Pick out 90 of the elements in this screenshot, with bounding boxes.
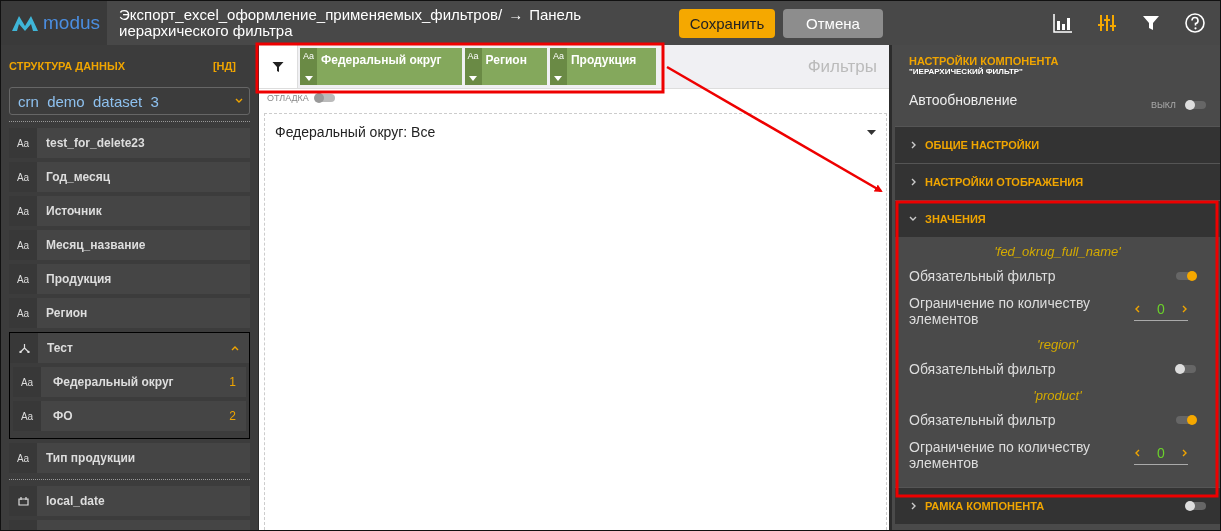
field-label: local_date <box>46 494 105 508</box>
field-item[interactable]: Aa Источник <box>9 196 250 226</box>
field-item[interactable]: Aa test_for_delete23 <box>9 128 250 158</box>
setting-label: Ограничение по количеству элементов <box>909 439 1092 471</box>
toggle-switch[interactable] <box>1176 416 1196 424</box>
order-number: 2 <box>229 409 236 423</box>
field-label: Регион <box>46 306 88 320</box>
chip-label: Регион <box>484 52 528 69</box>
field-item[interactable]: Aa Тип продукции <box>9 443 250 473</box>
logo-icon <box>11 14 39 32</box>
type-badge: Aa <box>9 264 37 294</box>
filter-chip[interactable]: Aa Продукция <box>549 48 657 85</box>
dataset-select[interactable]: crn demo dataset 3 <box>9 87 250 115</box>
type-label: Aa <box>467 51 479 61</box>
chevron-right-icon <box>1180 449 1188 457</box>
chevron-left-icon <box>1134 449 1142 457</box>
field-item[interactable]: Aa Регион <box>9 298 250 328</box>
type-badge: Aa <box>9 162 37 192</box>
bar-chart-icon[interactable] <box>1052 12 1074 34</box>
field-item[interactable]: Aa Год_месяц <box>9 162 250 192</box>
type-badge: Aa <box>13 401 41 431</box>
field-item[interactable]: Aa Продукция <box>9 264 250 294</box>
type-badge: Aa <box>9 443 37 473</box>
breadcrumb-title: Экспорт_excel_оформление_применяемых_фильтров/ → Панель иерархического фильтра <box>119 7 582 39</box>
panel-caption: Фильтры <box>807 56 877 77</box>
filter-chip[interactable]: Aa Федеральный округ <box>300 48 462 85</box>
chip-label: Федеральный округ <box>320 52 443 69</box>
field-label: Источник <box>46 204 102 218</box>
field-label: Тип продукции <box>46 451 136 465</box>
field-label: Федеральный округ <box>53 375 174 389</box>
save-button[interactable]: Сохранить <box>679 8 775 38</box>
type-badge: Aa <box>9 298 37 328</box>
section-header[interactable]: НАСТРОЙКИ ОТОБРАЖЕНИЯ <box>895 163 1220 200</box>
section-title: СТРУКТУРА ДАННЫХ <box>9 60 126 72</box>
toggle-switch[interactable] <box>314 94 335 102</box>
field-name: 'product' <box>1032 388 1083 403</box>
field-label: Год_месяц <box>46 170 111 184</box>
caret-down-icon[interactable] <box>304 76 313 81</box>
setting-label: Автообновление <box>909 92 1018 108</box>
type-badge: Aa <box>9 128 37 158</box>
chevron-right-icon <box>1180 305 1188 313</box>
calendar-icon <box>17 496 29 506</box>
panel-subtitle: "ИЕРАРХИЧЕСКИЙ ФИЛЬТР" <box>909 67 1024 76</box>
field-name: 'fed_okrug_full_name' <box>993 244 1122 259</box>
chevron-left-icon <box>1134 305 1142 313</box>
filter-dropdown[interactable]: Федеральный округ: Все <box>275 122 876 142</box>
logo-text: modus <box>43 12 101 34</box>
section-header[interactable]: ЗНАЧЕНИЯ <box>895 200 1220 237</box>
type-badge: Aa <box>13 367 41 397</box>
field-label: ФО <box>53 409 73 423</box>
field-label: Месяц_название <box>46 238 146 252</box>
setting-label: Обязательный фильтр <box>909 412 1056 428</box>
stepper-value[interactable]: 0 <box>1157 445 1165 461</box>
setting-label: Ограничение по количеству элементов <box>909 295 1092 327</box>
setting-label: Обязательный фильтр <box>909 268 1056 284</box>
panel-title: НАСТРОЙКИ КОМПОНЕНТА <box>909 55 1060 67</box>
toggle-switch[interactable] <box>1186 101 1206 109</box>
debug-label: ОТЛАДКА <box>267 93 309 103</box>
caret-down-icon <box>867 129 876 135</box>
type-badge: Aa <box>9 196 37 226</box>
toggle-switch[interactable] <box>1176 272 1196 280</box>
stepper-value[interactable]: 0 <box>1157 301 1165 317</box>
help-icon[interactable] <box>1184 12 1206 34</box>
field-item[interactable]: Aa Месяц_название <box>9 230 250 260</box>
field-item[interactable]: Aa Федеральный округ 1 <box>13 367 246 397</box>
filter-chip[interactable]: Aa Регион <box>464 48 547 85</box>
caret-down-icon[interactable] <box>554 76 563 81</box>
setting-label: Обязательный фильтр <box>909 361 1056 377</box>
field-name: 'region' <box>1035 337 1080 352</box>
type-label: Aa <box>303 51 314 61</box>
field-item[interactable]: Тест <box>10 333 249 363</box>
hierarchy-icon <box>18 343 30 353</box>
chip-label: Продукция <box>569 52 638 69</box>
field-label: test_for_delete23 <box>46 136 145 150</box>
field-label: Тест <box>47 341 73 355</box>
sliders-icon[interactable] <box>1096 12 1118 34</box>
toggle-switch[interactable] <box>1176 365 1196 373</box>
caret-down-icon[interactable] <box>469 76 478 81</box>
field-item[interactable]: Aa ФО 2 <box>13 401 246 431</box>
section-header[interactable]: ОБЩИЕ НАСТРОЙКИ <box>895 126 1220 163</box>
field-label: Продукция <box>46 272 112 286</box>
field-item[interactable]: local_date <box>9 486 250 516</box>
filter-icon[interactable] <box>272 60 284 73</box>
order-number: 1 <box>229 375 236 389</box>
toggle-state: ВЫКЛ <box>1150 100 1176 110</box>
type-label: Aa <box>552 51 564 61</box>
dataset-tag: [НД] <box>212 60 236 72</box>
caret-icon <box>235 97 243 105</box>
type-badge: Aa <box>9 230 37 260</box>
toggle-switch[interactable] <box>1186 502 1206 510</box>
